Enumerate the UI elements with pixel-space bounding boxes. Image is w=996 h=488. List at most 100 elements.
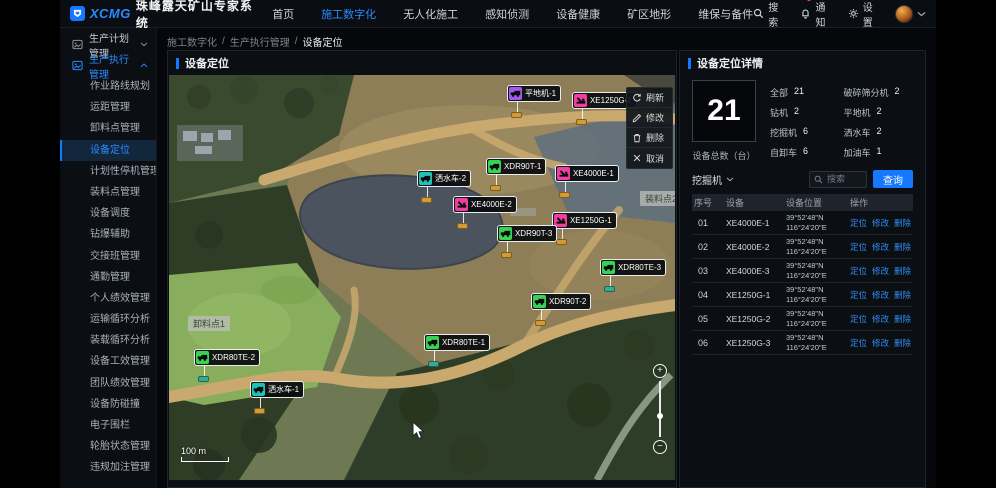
- equipment-overview: 21 设备总数（台） 全部 21 破碎筛分机 2: [680, 75, 925, 164]
- sidebar-item[interactable]: 通勤管理: [60, 267, 156, 288]
- equipment-marker[interactable]: 平地机-1: [507, 85, 561, 102]
- breadcrumb-item[interactable]: 施工数字化: [167, 34, 217, 49]
- nav-item[interactable]: 设备健康: [556, 6, 600, 22]
- sidebar-item[interactable]: 团队绩效管理: [60, 373, 156, 394]
- nav-item[interactable]: 首页: [272, 6, 294, 22]
- table-row[interactable]: 02 XE4000E-2 39°52'48"N 116°24'20"E 定位 修…: [692, 235, 913, 259]
- equipment-marker[interactable]: XDR80TE-3: [600, 259, 666, 276]
- modify-link[interactable]: 修改: [872, 337, 889, 349]
- modify-link[interactable]: 修改: [872, 265, 889, 277]
- sidebar-item[interactable]: 运距管理: [60, 97, 156, 118]
- sidebar-item[interactable]: 计划性停机管理: [60, 161, 156, 182]
- vehicle-on-map: [421, 197, 432, 203]
- row-actions: 定位 修改 删除: [850, 289, 911, 301]
- sidebar-item[interactable]: 卸料点管理: [60, 118, 156, 139]
- nav-item[interactable]: 感知侦测: [485, 6, 529, 22]
- sidebar-item[interactable]: 交接班管理: [60, 246, 156, 267]
- equipment-marker[interactable]: XDR90T-3: [497, 225, 557, 242]
- delete-link[interactable]: 删除: [894, 217, 911, 229]
- settings-button[interactable]: 设置: [848, 0, 881, 29]
- equipment-marker[interactable]: XE4000E-1: [555, 165, 619, 182]
- title-accent-bar: [688, 58, 691, 69]
- sidebar-item[interactable]: 运输循环分析: [60, 309, 156, 330]
- sidebar-group-production-exec[interactable]: 生产执行管理: [60, 55, 156, 76]
- locate-link[interactable]: 定位: [850, 337, 867, 349]
- equipment-marker-label: XE4000E-2: [471, 200, 512, 209]
- edit-button[interactable]: 修改: [627, 108, 672, 128]
- sidebar-item[interactable]: 轮胎状态管理: [60, 436, 156, 457]
- delete-link[interactable]: 删除: [894, 265, 911, 277]
- refresh-icon: [632, 93, 642, 103]
- zoom-out-button[interactable]: −: [653, 440, 667, 454]
- equipment-icon: [252, 383, 265, 396]
- modify-link[interactable]: 修改: [872, 289, 889, 301]
- table-row[interactable]: 03 XE4000E-3 39°52'48"N 116°24'20"E 定位 修…: [692, 259, 913, 283]
- table-row[interactable]: 06 XE1250G-3 39°52'48"N 116°24'20"E 定位 修…: [692, 331, 913, 355]
- nav-item[interactable]: 无人化施工: [403, 6, 458, 22]
- modify-link[interactable]: 修改: [872, 313, 889, 325]
- search-field[interactable]: [809, 171, 867, 188]
- equipment-marker[interactable]: XDR80TE-1: [424, 334, 490, 351]
- locate-link[interactable]: 定位: [850, 217, 867, 229]
- sidebar-item[interactable]: 作业路线规划: [60, 76, 156, 97]
- equipment-marker[interactable]: 洒水车-1: [250, 381, 304, 398]
- marker-pointer-line: [434, 350, 435, 361]
- equipment-icon: [426, 336, 439, 349]
- delete-link[interactable]: 删除: [894, 337, 911, 349]
- satellite-map[interactable]: 装料点2卸料点1 平地机-1: [169, 75, 675, 480]
- zoom-in-button[interactable]: +: [653, 364, 667, 378]
- delete-button[interactable]: 删除: [627, 128, 672, 148]
- device-name: XE1250G-2: [726, 314, 786, 324]
- sidebar-item[interactable]: 装载循环分析: [60, 330, 156, 351]
- breadcrumb-item[interactable]: 生产执行管理: [230, 34, 290, 49]
- equipment-marker[interactable]: XDR90T-1: [486, 158, 546, 175]
- query-button[interactable]: 查询: [873, 170, 913, 188]
- stat-label: 洒水车: [843, 126, 870, 139]
- search-input[interactable]: [827, 174, 861, 184]
- sidebar-item[interactable]: 设备定位: [60, 140, 156, 161]
- sidebar-item[interactable]: 钻爆辅助: [60, 224, 156, 245]
- nav-item[interactable]: 施工数字化: [321, 6, 376, 22]
- sidebar-item[interactable]: 个人绩效管理: [60, 288, 156, 309]
- equipment-marker[interactable]: XE1250G-1: [552, 212, 617, 229]
- equipment-marker[interactable]: XE4000E-2: [453, 196, 517, 213]
- equipment-marker[interactable]: 洒水车-2: [417, 170, 471, 187]
- sidebar-item[interactable]: 设备工效管理: [60, 351, 156, 372]
- delete-link[interactable]: 删除: [894, 313, 911, 325]
- zoom-slider-knob[interactable]: [657, 413, 663, 419]
- locate-link[interactable]: 定位: [850, 265, 867, 277]
- equipment-marker[interactable]: XDR90T-2: [531, 293, 591, 310]
- locate-link[interactable]: 定位: [850, 289, 867, 301]
- equipment-marker-label: XE4000E-1: [573, 169, 614, 178]
- locate-link[interactable]: 定位: [850, 313, 867, 325]
- table-row[interactable]: 05 XE1250G-2 39°52'48"N 116°24'20"E 定位 修…: [692, 307, 913, 331]
- table-row[interactable]: 04 XE1250G-1 39°52'48"N 116°24'20"E 定位 修…: [692, 283, 913, 307]
- search-icon: [814, 175, 823, 184]
- sidebar-item[interactable]: 电子围栏: [60, 415, 156, 436]
- sidebar-item[interactable]: 装料点管理: [60, 182, 156, 203]
- zoom-slider[interactable]: [659, 381, 661, 437]
- stat-label: 钻机: [770, 106, 788, 119]
- nav-item[interactable]: 维保与备件: [698, 6, 753, 22]
- user-menu[interactable]: [895, 5, 926, 23]
- stat-label: 加油车: [843, 146, 870, 159]
- search-button[interactable]: 搜索: [753, 0, 786, 29]
- sidebar-item[interactable]: 违规加注管理: [60, 457, 156, 478]
- notifications-button[interactable]: 通知: [800, 0, 833, 29]
- cancel-button[interactable]: 取消: [627, 148, 672, 168]
- equipment-marker[interactable]: XDR80TE-2: [194, 349, 260, 366]
- stat-label: 平地机: [843, 106, 870, 119]
- nav-item[interactable]: 矿区地形: [627, 6, 671, 22]
- equipment-type-select[interactable]: 挖掘机: [692, 172, 734, 187]
- refresh-button[interactable]: 刷新: [627, 88, 672, 108]
- locate-link[interactable]: 定位: [850, 241, 867, 253]
- search-icon: [753, 8, 764, 19]
- delete-link[interactable]: 删除: [894, 241, 911, 253]
- table-row[interactable]: 01 XE4000E-1 39°52'48"N 116°24'20"E 定位 修…: [692, 211, 913, 235]
- bell-icon: [800, 8, 811, 19]
- sidebar-item[interactable]: 设备防碰撞: [60, 394, 156, 415]
- sidebar-item[interactable]: 设备调度: [60, 203, 156, 224]
- modify-link[interactable]: 修改: [872, 217, 889, 229]
- delete-link[interactable]: 删除: [894, 289, 911, 301]
- modify-link[interactable]: 修改: [872, 241, 889, 253]
